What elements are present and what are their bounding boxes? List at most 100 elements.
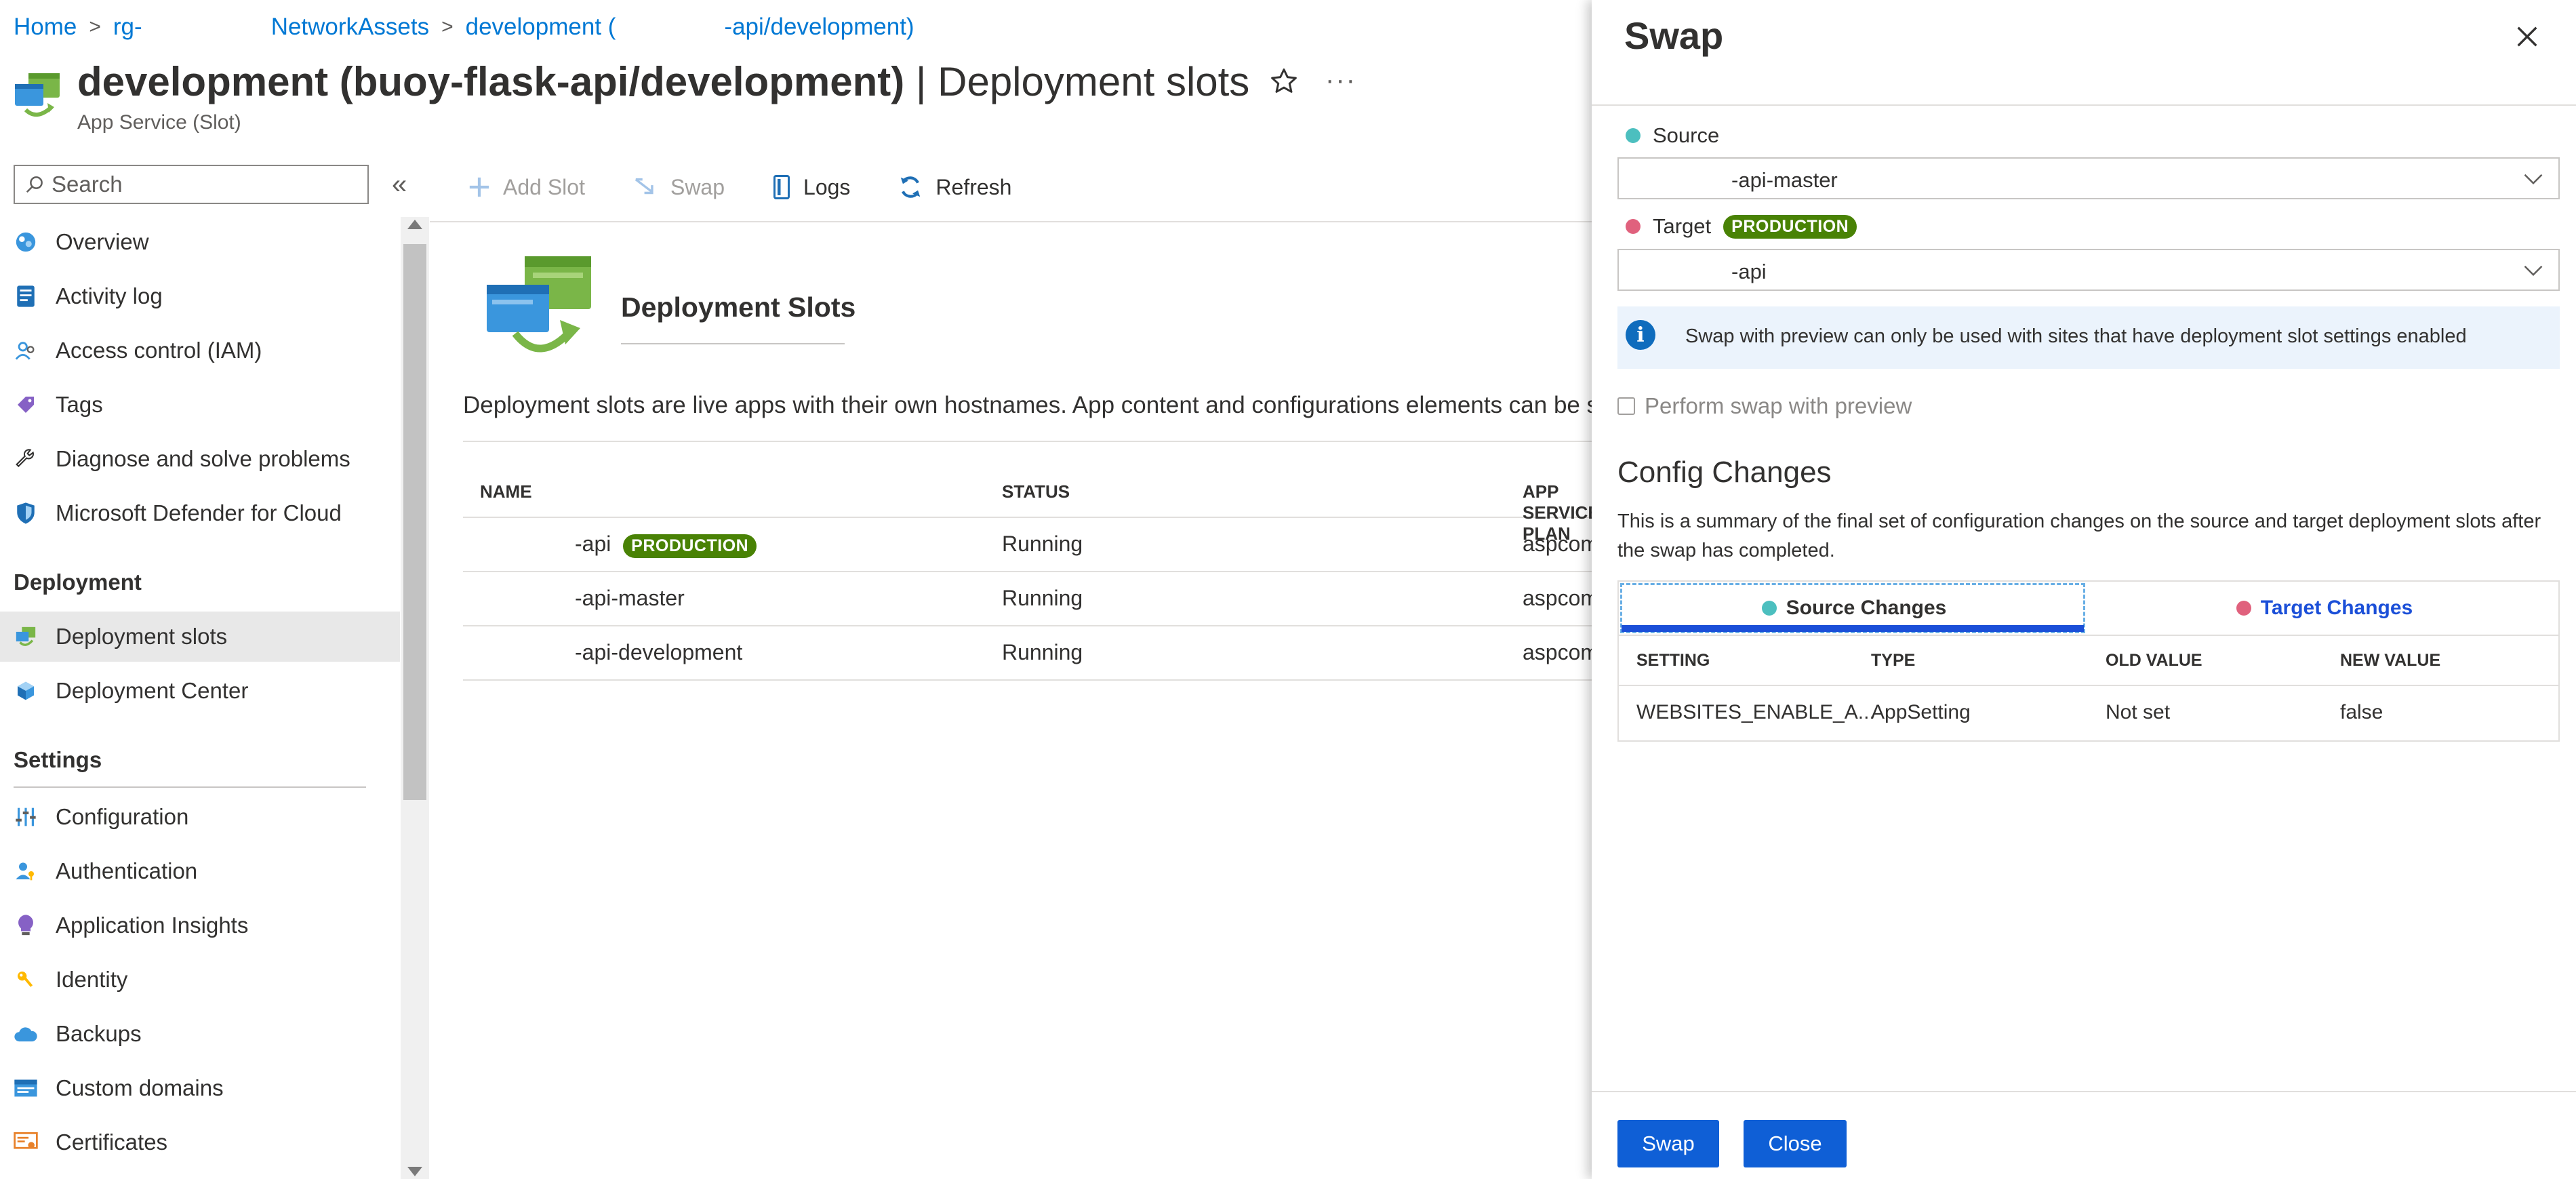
old-value: Not set [2106, 701, 2171, 723]
column-header-name[interactable]: NAME [480, 481, 532, 502]
lightbulb-icon [14, 913, 38, 938]
page-title: development (buoy-flask-api/development)… [77, 59, 1250, 104]
close-button[interactable]: Close [1744, 1120, 1847, 1167]
toolbar-divider [430, 221, 1593, 222]
setting-type: AppSetting [1871, 701, 1971, 723]
column-header-status[interactable]: STATUS [1002, 481, 1070, 502]
swap-panel: Swap Source -api-master Target PRODUCTIO… [1592, 0, 2576, 1179]
scrollbar-thumb[interactable] [403, 244, 426, 800]
selected-tab-indicator [1622, 625, 2084, 632]
tab-source-changes[interactable]: Source Changes [1619, 582, 2089, 635]
source-dot-icon [1626, 128, 1641, 143]
sidebar-item-diagnose[interactable]: Diagnose and solve problems [0, 434, 400, 484]
iam-icon [14, 338, 38, 363]
swap-with-preview-checkbox-row[interactable]: Perform swap with preview [1617, 393, 1912, 419]
table-row[interactable]: -api-master Running aspcom [463, 572, 1598, 626]
star-icon[interactable] [1269, 66, 1299, 96]
page-subtitle: App Service (Slot) [77, 111, 241, 134]
logs-button[interactable]: Logs [772, 175, 850, 200]
sidebar-item-defender[interactable]: Microsoft Defender for Cloud [0, 488, 400, 538]
scroll-down-arrow-icon[interactable] [407, 1167, 422, 1176]
swap-button[interactable]: Swap [632, 175, 725, 200]
overview-icon [14, 230, 38, 254]
domain-icon [14, 1076, 38, 1100]
target-dot-icon [1626, 219, 1641, 234]
description-divider [463, 441, 1592, 442]
sidebar-item-tags[interactable]: Tags [0, 380, 400, 430]
panel-footer-divider [1592, 1091, 2576, 1092]
slot-plan: aspcom [1523, 532, 1599, 556]
sidebar-item-activity-log[interactable]: Activity log [0, 271, 400, 321]
info-message-text: Swap with preview can only be used with … [1685, 325, 2467, 347]
activity-log-icon [14, 284, 38, 308]
collapse-sidebar-icon[interactable]: « [392, 169, 407, 200]
slot-name-link[interactable]: -api-master [575, 586, 685, 611]
sidebar-item-certificates[interactable]: Certificates [0, 1117, 400, 1167]
sidebar-item-application-insights[interactable]: Application Insights [0, 900, 400, 951]
search-input[interactable]: Search [14, 165, 369, 204]
tag-icon [14, 393, 38, 417]
content-description: Deployment slots are live apps with thei… [463, 392, 1592, 418]
sidebar-item-authentication[interactable]: Authentication [0, 846, 400, 896]
chevron-down-icon [2524, 174, 2543, 185]
column-header-new-value: NEW VALUE [2340, 651, 2441, 670]
deployment-slots-table: NAME STATUS APP SERVICE PLAN -api PRODUC… [463, 468, 1600, 681]
target-label: Target PRODUCTION [1626, 214, 1857, 239]
panel-title: Swap [1624, 14, 1724, 57]
sidebar-item-access-control[interactable]: Access control (IAM) [0, 325, 400, 376]
target-slot-dropdown[interactable]: -api [1617, 249, 2560, 291]
refresh-button[interactable]: Refresh [898, 174, 1011, 200]
sidebar-item-deployment-slots[interactable]: Deployment slots [0, 612, 400, 662]
swap-icon [635, 178, 653, 195]
swap-with-preview-label: Perform swap with preview [1645, 393, 1912, 418]
panel-header-divider [1592, 104, 2576, 106]
swap-confirm-button[interactable]: Swap [1617, 1120, 1719, 1167]
changes-tabs: Source Changes Target Changes [1617, 580, 2560, 636]
target-dot-icon [2236, 601, 2251, 616]
production-badge: PRODUCTION [1723, 214, 1857, 239]
source-label: Source [1626, 123, 1719, 148]
more-options-icon[interactable]: ··· [1325, 65, 1356, 96]
close-icon[interactable] [2514, 23, 2541, 50]
sidebar-item-configuration[interactable]: Configuration [0, 792, 400, 842]
sliders-icon [14, 805, 38, 829]
config-changes-description: This is a summary of the final set of co… [1617, 511, 2541, 561]
add-slot-button[interactable]: Add Slot [468, 175, 585, 200]
section-divider [14, 786, 366, 788]
refresh-icon [901, 176, 921, 198]
chevron-right-icon: > [441, 16, 454, 38]
slot-status: Running [1002, 640, 1083, 664]
column-header-old-value: OLD VALUE [2106, 651, 2202, 670]
breadcrumb: Home > rg- NetworkAssets > development (… [14, 12, 914, 42]
breadcrumb-resource-group[interactable]: rg- [113, 14, 142, 41]
slot-name-link[interactable]: -api PRODUCTION [575, 532, 757, 558]
source-slot-dropdown[interactable]: -api-master [1617, 157, 2560, 199]
sidebar-item-deployment-center[interactable]: Deployment Center [0, 666, 400, 716]
cube-icon [14, 679, 38, 703]
slot-name-link[interactable]: -api-development [575, 640, 742, 665]
sidebar-scrollbar[interactable] [401, 217, 429, 1179]
tab-target-changes[interactable]: Target Changes [2089, 582, 2560, 635]
breadcrumb-network-assets[interactable]: NetworkAssets [271, 14, 429, 41]
swap-with-preview-checkbox[interactable] [1617, 397, 1635, 415]
source-slot-value: -api-master [1731, 168, 1838, 192]
slot-status: Running [1002, 586, 1083, 610]
sidebar-item-custom-domains[interactable]: Custom domains [0, 1063, 400, 1113]
breadcrumb-home[interactable]: Home [14, 14, 77, 41]
column-header-type: TYPE [1871, 651, 1916, 670]
slot-plan: aspcom [1523, 640, 1599, 664]
info-message-bar: i Swap with preview can only be used wit… [1617, 306, 2560, 369]
wrench-icon [14, 447, 38, 471]
scroll-up-arrow-icon[interactable] [407, 220, 422, 229]
breadcrumb-development[interactable]: development (-api/development) [466, 14, 914, 41]
slot-plan: aspcom [1523, 586, 1599, 610]
sidebar-item-overview[interactable]: Overview [0, 217, 400, 267]
sidebar-item-identity[interactable]: Identity [0, 955, 400, 1005]
table-row[interactable]: -api-development Running aspcom [463, 626, 1598, 681]
app-service-slot-icon [15, 73, 60, 117]
heading-underline [621, 343, 845, 344]
certificate-icon [14, 1130, 38, 1155]
table-row[interactable]: -api PRODUCTION Running aspcom [463, 518, 1598, 572]
sidebar-section-deployment: Deployment [14, 569, 142, 595]
sidebar-item-backups[interactable]: Backups [0, 1009, 400, 1059]
